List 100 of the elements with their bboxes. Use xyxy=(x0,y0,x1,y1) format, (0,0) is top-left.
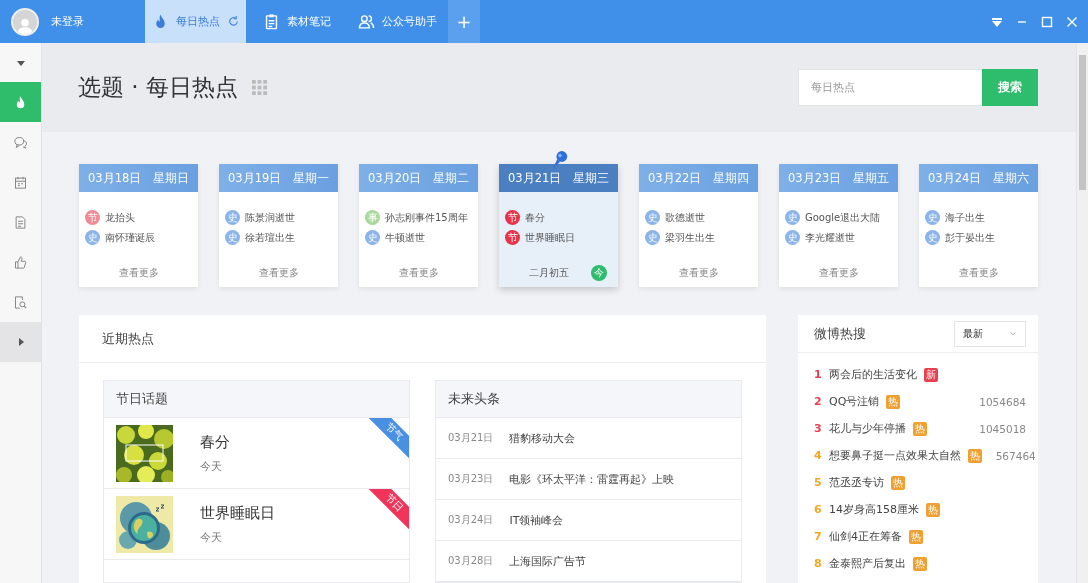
see-more-link[interactable]: 查看更多 xyxy=(398,266,439,280)
dropdown-menu-icon[interactable] xyxy=(991,15,1003,28)
card-date: 03月22日 xyxy=(648,170,702,186)
page-title: 选题 · 每日热点 xyxy=(78,73,238,102)
headline-item[interactable]: 03月21日 猎豹移动大会 xyxy=(436,418,741,459)
see-more-link[interactable]: 查看更多 xyxy=(678,266,719,280)
event-tag: 史 xyxy=(225,210,240,225)
trending-item[interactable]: 8 金泰熙产后复出 热 xyxy=(798,550,1038,577)
event-tag: 史 xyxy=(925,210,940,225)
thumbs-up-icon xyxy=(13,254,28,270)
maximize-icon[interactable] xyxy=(1041,15,1053,28)
card-weekday: 星期六 xyxy=(993,170,1029,186)
today-badge: 今 xyxy=(590,265,607,281)
date-card[interactable]: 03月19日 星期一 史 陈景润逝世 史 徐若瑄出生 查看更多 xyxy=(219,164,338,287)
date-card[interactable]: 03月21日 星期三 节 春分 节 世界睡眠日 二月初五 今 xyxy=(499,164,618,287)
card-date: 03月19日 xyxy=(228,170,282,186)
rank-number: 2 xyxy=(814,395,822,408)
festival-item[interactable]: 春分 今天 节气 xyxy=(104,418,409,489)
document-icon xyxy=(13,214,28,230)
sort-dropdown[interactable]: 最新 xyxy=(954,320,1026,347)
expand-button[interactable] xyxy=(0,322,41,362)
event-tag: 史 xyxy=(645,210,660,225)
search-count: 567464 xyxy=(995,449,1036,462)
document-search-icon xyxy=(13,294,28,310)
event-tag: 节 xyxy=(505,230,520,245)
user-name: 未登录 xyxy=(51,14,84,29)
event-text: 徐若瑄出生 xyxy=(245,230,295,245)
rank-number: 1 xyxy=(814,368,822,381)
card-weekday: 星期三 xyxy=(573,170,609,186)
event-text: 牛顿逝世 xyxy=(385,230,425,245)
trend-tag: 热 xyxy=(967,448,982,463)
event-text: 龙抬头 xyxy=(105,210,135,225)
search-count: 1054684 xyxy=(979,395,1026,408)
rank-number: 8 xyxy=(814,557,822,570)
close-icon[interactable] xyxy=(1066,15,1078,28)
chat-bubbles-icon xyxy=(13,134,28,150)
see-more-link[interactable]: 查看更多 xyxy=(818,266,859,280)
festival-date: 今天 xyxy=(200,529,222,545)
headline-item[interactable]: 03月28日 上海国际广告节 xyxy=(436,541,741,582)
card-weekday: 星期五 xyxy=(853,170,889,186)
trend-tag: 热 xyxy=(913,556,927,571)
panel-title: 微博热搜 xyxy=(814,324,866,343)
date-card[interactable]: 03月22日 星期四 史 歌德逝世 史 梁羽生出生 查看更多 xyxy=(639,164,758,287)
date-card[interactable]: 03月20日 星期二 事 孙志刚事件15周年 史 牛顿逝世 查看更多 xyxy=(359,164,478,287)
trending-item[interactable]: 6 14岁身高158厘米 热 xyxy=(798,496,1038,523)
trending-item[interactable]: 1 两会后的生活变化 新 xyxy=(798,361,1038,388)
event-text: 李光耀逝世 xyxy=(805,230,855,245)
event-text: 彭于晏出生 xyxy=(945,230,995,245)
headline-item[interactable]: 03月23日 电影《环太平洋：雷霆再起》上映 xyxy=(436,459,741,500)
event-text: 世界睡眠日 xyxy=(525,230,575,245)
headline-item[interactable]: 03月24日 IT领袖峰会 xyxy=(436,500,741,541)
trend-tag: 热 xyxy=(891,475,905,490)
trending-item[interactable]: 4 想要鼻子挺一点效果太自然 热 567464 xyxy=(798,442,1038,469)
event-tag: 史 xyxy=(365,230,380,245)
trending-item[interactable]: 5 范丞丞专访 热 xyxy=(798,469,1038,496)
event-text: 海子出生 xyxy=(945,210,985,225)
see-more-link[interactable]: 查看更多 xyxy=(958,266,999,280)
lunar-date: 二月初五 xyxy=(528,266,569,280)
event-tag: 史 xyxy=(225,230,240,245)
card-weekday: 星期二 xyxy=(433,170,469,186)
sidebar-item[interactable] xyxy=(0,82,41,122)
see-more-link[interactable]: 查看更多 xyxy=(258,266,299,280)
event-tag: 节 xyxy=(85,210,100,225)
card-date: 03月23日 xyxy=(788,170,842,186)
section-title: 近期热点 xyxy=(102,329,154,348)
card-date: 03月18日 xyxy=(88,170,142,186)
trending-item[interactable]: 7 仙剑4正在筹备 热 xyxy=(798,523,1038,550)
date-card[interactable]: 03月24日 星期六 史 海子出生 史 彭于晏出生 查看更多 xyxy=(919,164,1038,287)
see-more-link[interactable]: 查看更多 xyxy=(118,266,159,280)
panel-title: 节日话题 xyxy=(116,390,168,408)
trending-item[interactable]: 3 花儿与少年停播 热 1045018 xyxy=(798,415,1038,442)
trend-tag: 新 xyxy=(924,367,938,382)
card-weekday: 星期四 xyxy=(713,170,749,186)
event-text: 歌德逝世 xyxy=(665,210,705,225)
event-text: 陈景润逝世 xyxy=(245,210,295,225)
rank-number: 6 xyxy=(814,503,822,516)
search-field[interactable]: 每日热点 xyxy=(798,69,982,106)
card-date: 03月20日 xyxy=(368,170,422,186)
event-text: 孙志刚事件15周年 xyxy=(385,210,468,225)
date-card[interactable]: 03月23日 星期五 史 Google退出大陆 史 李光耀逝世 查看更多 xyxy=(779,164,898,287)
event-tag: 史 xyxy=(785,210,800,225)
scrollbar[interactable] xyxy=(1076,43,1088,583)
rank-number: 4 xyxy=(814,449,822,462)
card-date: 03月21日 xyxy=(508,170,562,186)
event-tag: 史 xyxy=(785,230,800,245)
festival-date: 今天 xyxy=(200,458,222,474)
date-card[interactable]: 03月18日 星期日 节 龙抬头 史 南怀瑾诞辰 查看更多 xyxy=(79,164,198,287)
card-weekday: 星期日 xyxy=(153,170,189,186)
people-icon xyxy=(358,13,375,30)
festival-name: 春分 xyxy=(200,432,230,452)
festival-name: 世界睡眠日 xyxy=(200,503,275,523)
festival-item[interactable]: 世界睡眠日 今天 节日 xyxy=(104,489,409,560)
refresh-icon[interactable] xyxy=(226,15,240,28)
trending-item[interactable]: 2 QQ号注销 热 1054684 xyxy=(798,388,1038,415)
trend-tag: 热 xyxy=(886,394,901,409)
calendar-icon xyxy=(13,174,28,190)
grid-icon[interactable] xyxy=(251,80,267,95)
trend-tag: 热 xyxy=(909,529,923,544)
event-text: Google退出大陆 xyxy=(805,210,881,225)
event-tag: 史 xyxy=(645,230,660,245)
